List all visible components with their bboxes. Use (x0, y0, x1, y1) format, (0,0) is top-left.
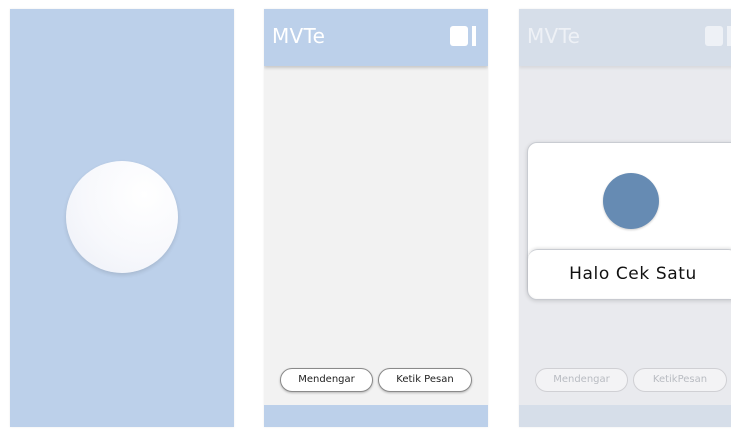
listen-button[interactable]: Mendengar (280, 368, 373, 392)
menu-icon-square (705, 26, 723, 46)
menu-toggle-icon[interactable] (450, 26, 476, 46)
type-message-button[interactable]: Ketik Pesan (378, 368, 472, 392)
menu-icon-bar (472, 26, 476, 46)
speech-dialog: Halo Cek Satu (527, 142, 731, 300)
menu-toggle-icon (705, 26, 731, 46)
menu-icon-bar (727, 26, 731, 46)
app-title: MVTe (272, 24, 326, 48)
listening-indicator (603, 173, 659, 229)
bottom-bar (264, 405, 488, 427)
app-bar: MVTe (264, 9, 488, 66)
bottom-bar-dimmed (519, 405, 731, 427)
splash-orb (66, 161, 178, 273)
app-bar-dimmed: MVTe (519, 9, 731, 66)
speech-caption: Halo Cek Satu (528, 249, 731, 298)
main-screen: MVTe Mendengar Ketik Pesan (264, 9, 488, 427)
menu-icon-square (450, 26, 468, 46)
splash-screen (10, 9, 234, 427)
listen-button-dimmed: Mendengar (535, 368, 628, 392)
app-title-dimmed: MVTe (527, 24, 581, 48)
mockup-stage: MVTe Mendengar Ketik Pesan MVTe Halo Cek… (0, 0, 731, 430)
overlay-screen: MVTe Halo Cek Satu Mendengar KetikPesan (519, 9, 731, 427)
type-message-button-dimmed: KetikPesan (633, 368, 727, 392)
